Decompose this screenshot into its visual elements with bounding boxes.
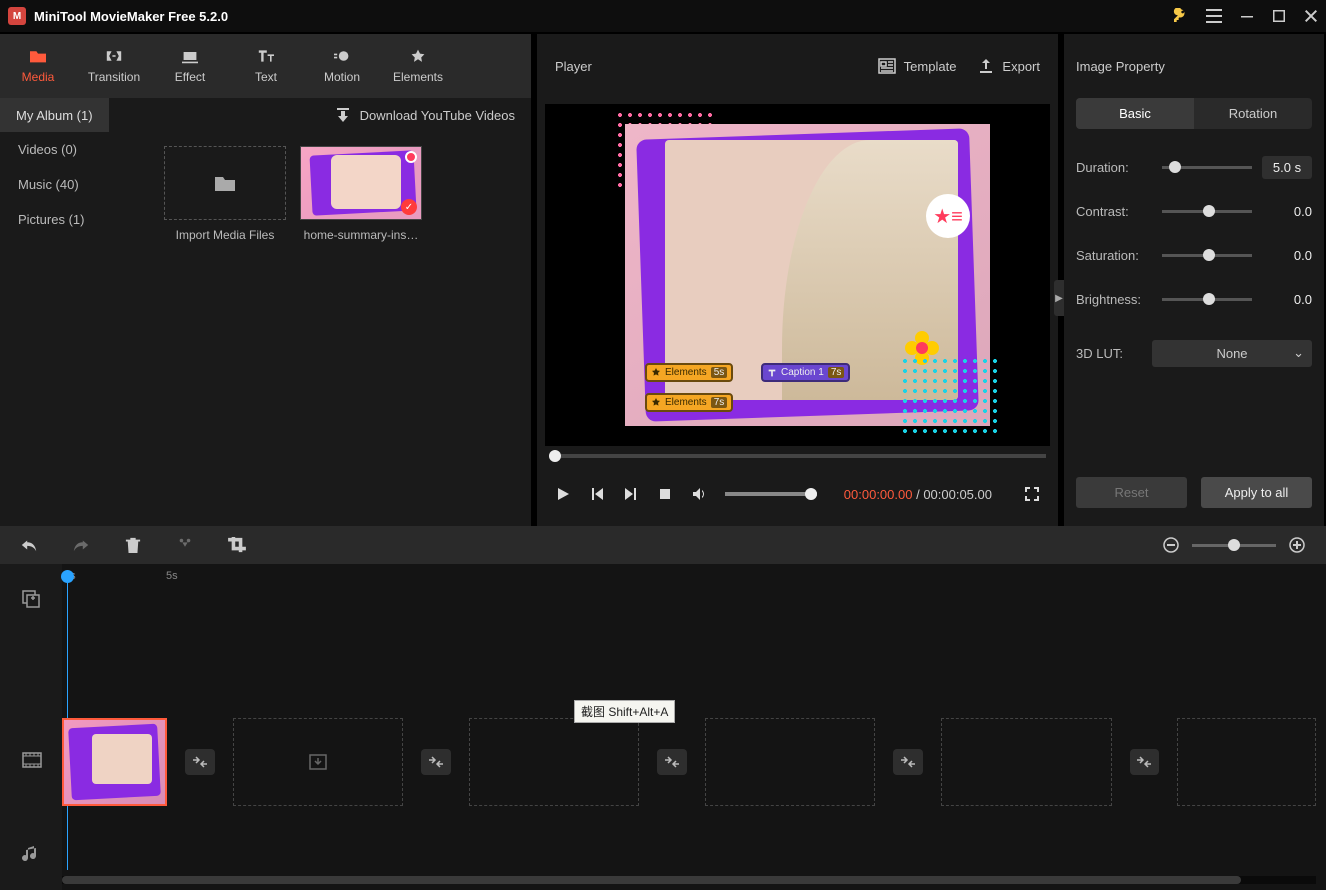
import-media-label: Import Media Files [164, 228, 286, 242]
transition-slot[interactable] [657, 749, 687, 775]
timeline-clip[interactable] [62, 718, 167, 806]
fullscreen-button[interactable] [1024, 486, 1040, 502]
stop-button[interactable] [657, 486, 673, 502]
empty-clip-slot[interactable] [705, 718, 875, 806]
maximize-icon[interactable] [1272, 9, 1286, 23]
duration-value[interactable]: 5.0 s [1262, 156, 1312, 179]
transition-slot[interactable] [185, 749, 215, 775]
dots-decoration [900, 356, 1000, 436]
export-button[interactable]: Export [978, 58, 1040, 74]
brightness-value: 0.0 [1262, 292, 1312, 307]
saturation-label: Saturation: [1076, 248, 1152, 263]
transition-slot[interactable] [893, 749, 923, 775]
fit-zoom-button[interactable] [1132, 537, 1150, 553]
lut-select[interactable]: None ⌄ [1152, 340, 1312, 367]
empty-clip-slot[interactable] [1177, 718, 1316, 806]
delete-button[interactable] [124, 537, 142, 553]
tab-rotation[interactable]: Rotation [1194, 98, 1312, 129]
contrast-value: 0.0 [1262, 204, 1312, 219]
timeline-toolbar [0, 526, 1326, 564]
prev-frame-button[interactable] [589, 486, 605, 502]
undo-button[interactable] [20, 537, 38, 553]
next-frame-button[interactable] [623, 486, 639, 502]
sidebar-item-music[interactable]: Music (40) [0, 167, 156, 202]
split-button[interactable] [176, 537, 194, 553]
timeline[interactable]: 0s 5s [0, 564, 1326, 890]
property-title: Image Property [1076, 59, 1165, 74]
collapse-panel-button[interactable]: ▶ [1054, 280, 1064, 316]
reset-button[interactable]: Reset [1076, 477, 1187, 508]
tab-transition[interactable]: Transition [76, 34, 152, 98]
sidebar-item-videos[interactable]: Videos (0) [0, 132, 156, 167]
crop-button[interactable] [228, 537, 246, 553]
horizontal-scrollbar[interactable] [62, 876, 1316, 884]
close-icon[interactable] [1304, 9, 1318, 23]
key-icon[interactable] [1172, 8, 1188, 24]
empty-clip-slot[interactable] [233, 718, 403, 806]
media-grid: Import Media Files ✓ home-summary-ins… [156, 132, 531, 526]
time-ruler[interactable]: 0s 5s [62, 564, 1316, 592]
video-track[interactable] [62, 716, 1316, 808]
contrast-label: Contrast: [1076, 204, 1152, 219]
duration-slider[interactable] [1162, 166, 1252, 169]
progress-slider[interactable] [549, 454, 1046, 458]
download-youtube-link[interactable]: Download YouTube Videos [334, 108, 531, 123]
saturation-slider[interactable] [1162, 254, 1252, 257]
tab-basic[interactable]: Basic [1076, 98, 1194, 129]
player-panel: Player Template Export ★≡ [537, 34, 1058, 526]
time-display: 00:00:00.00 / 00:00:05.00 [844, 487, 992, 502]
primary-tab-bar: Media Transition Effect Text Motion Elem… [0, 34, 531, 98]
duration-label: Duration: [1076, 160, 1152, 175]
play-button[interactable] [555, 486, 571, 502]
app-title: MiniTool MovieMaker Free 5.2.0 [34, 9, 1172, 24]
app-logo: M [8, 7, 26, 25]
title-bar: M MiniTool MovieMaker Free 5.2.0 [0, 0, 1326, 32]
import-media-button[interactable] [164, 146, 286, 220]
media-item-label: home-summary-ins… [300, 228, 422, 242]
overlay-chip-elements: Elements7s [645, 393, 733, 412]
template-button[interactable]: Template [878, 58, 957, 74]
video-track-icon [22, 752, 42, 771]
tab-media[interactable]: Media [0, 34, 76, 98]
volume-slider[interactable] [725, 492, 817, 496]
my-album-tab[interactable]: My Album (1) [0, 98, 109, 132]
library-panel: Media Transition Effect Text Motion Elem… [0, 34, 531, 526]
media-thumbnail[interactable]: ✓ [300, 146, 422, 220]
apply-all-button[interactable]: Apply to all [1201, 477, 1312, 508]
contrast-slider[interactable] [1162, 210, 1252, 213]
audio-track-icon [22, 846, 40, 867]
zoom-slider[interactable] [1192, 544, 1276, 547]
hamburger-icon[interactable] [1206, 9, 1222, 23]
check-icon: ✓ [401, 199, 417, 215]
player-title: Player [555, 59, 592, 74]
minimize-icon[interactable] [1240, 9, 1254, 23]
category-sidebar: Videos (0) Music (40) Pictures (1) [0, 132, 156, 526]
zoom-out-button[interactable] [1162, 537, 1180, 553]
sidebar-item-pictures[interactable]: Pictures (1) [0, 202, 156, 237]
preview-canvas[interactable]: ★≡ Elements5s Elements7s Caption 17s [545, 104, 1050, 446]
chevron-down-icon: ⌄ [1293, 345, 1304, 361]
pin-icon [405, 151, 417, 163]
overlay-chip-elements: Elements5s [645, 363, 733, 382]
tab-effect[interactable]: Effect [152, 34, 228, 98]
zoom-in-button[interactable] [1288, 537, 1306, 553]
lut-label: 3D LUT: [1076, 346, 1152, 361]
tooltip: 截图 Shift+Alt+A [574, 700, 675, 723]
tab-elements[interactable]: Elements [380, 34, 456, 98]
volume-icon[interactable] [691, 486, 707, 502]
add-track-button[interactable] [22, 590, 40, 611]
redo-button[interactable] [72, 537, 90, 553]
saturation-value: 0.0 [1262, 248, 1312, 263]
transition-slot[interactable] [421, 749, 451, 775]
tab-text[interactable]: Text [228, 34, 304, 98]
transition-slot[interactable] [1130, 749, 1160, 775]
brightness-label: Brightness: [1076, 292, 1152, 307]
tab-motion[interactable]: Motion [304, 34, 380, 98]
star-badge-icon: ★≡ [926, 194, 970, 238]
brightness-slider[interactable] [1162, 298, 1252, 301]
overlay-chip-caption: Caption 17s [761, 363, 850, 382]
property-panel: ▶ Image Property Basic Rotation Duration… [1064, 34, 1324, 526]
empty-clip-slot[interactable] [469, 718, 639, 806]
empty-clip-slot[interactable] [941, 718, 1111, 806]
